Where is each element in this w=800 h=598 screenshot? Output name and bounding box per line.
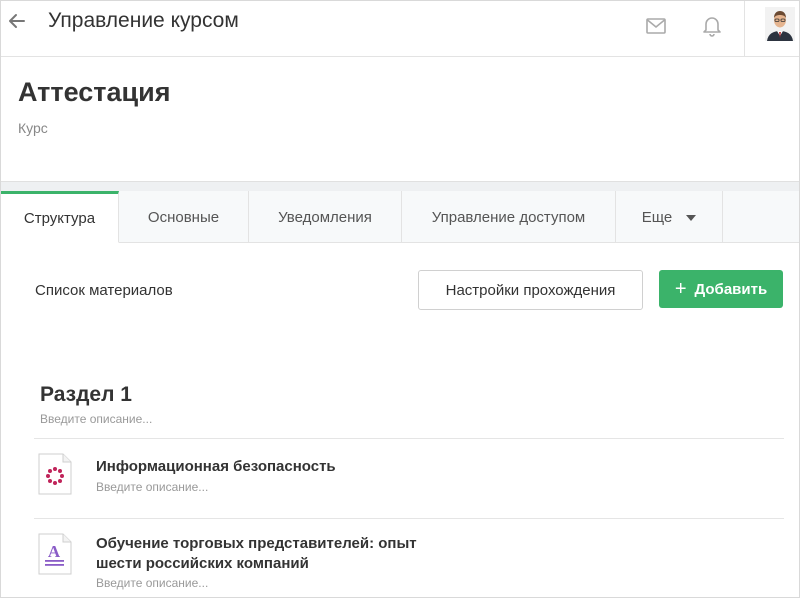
section-title[interactable]: Раздел 1 — [40, 383, 132, 407]
tab-general[interactable]: Основные — [119, 191, 249, 243]
app-window: Управление курсом Аттестация Курс Структ… — [0, 0, 800, 598]
page-header: Аттестация Курс — [1, 57, 799, 181]
notifications-button[interactable] — [701, 13, 723, 37]
bell-icon — [703, 17, 721, 37]
materials-list-label: Список материалов — [35, 282, 173, 299]
button-label: Добавить — [694, 280, 768, 298]
completion-settings-button[interactable]: Настройки прохождения — [418, 270, 643, 310]
app-title: Управление курсом — [48, 9, 239, 32]
tab-bar: Структура Основные Уведомления Управлени… — [1, 191, 799, 243]
material-title[interactable]: Обучение торговых представителей: опыт ш… — [96, 534, 417, 574]
divider — [34, 438, 784, 439]
add-button[interactable]: + Добавить — [659, 270, 783, 308]
course-title: Аттестация — [18, 77, 171, 107]
avatar[interactable] — [765, 7, 795, 41]
tab-access-management[interactable]: Управление доступом — [402, 191, 616, 243]
button-label: Настройки прохождения — [445, 281, 616, 299]
material-description-field[interactable]: Введите описание... — [96, 576, 208, 590]
material-title-line: Обучение торговых представителей: опыт — [96, 535, 417, 552]
tab-label: Управление доступом — [431, 208, 586, 226]
course-type: Курс — [18, 120, 48, 136]
top-bar: Управление курсом — [1, 1, 799, 57]
caret-down-icon — [686, 215, 697, 221]
presentation-icon[interactable] — [38, 453, 72, 495]
material-title-line: шести российских компаний — [96, 555, 309, 572]
section-description-field[interactable]: Введите описание... — [40, 412, 152, 426]
tab-label: Структура — [23, 209, 96, 227]
messages-button[interactable] — [645, 15, 667, 37]
back-button[interactable] — [5, 9, 29, 33]
divider — [34, 518, 784, 519]
tab-notifications[interactable]: Уведомления — [249, 191, 402, 243]
tab-label: Основные — [147, 208, 220, 226]
arrow-left-icon — [9, 14, 25, 28]
material-description-field[interactable]: Введите описание... — [96, 480, 208, 494]
tab-label: Еще — [641, 208, 673, 226]
user-menu — [744, 1, 799, 57]
text-document-icon[interactable]: A — [38, 533, 72, 575]
tab-structure[interactable]: Структура — [1, 191, 119, 243]
tab-more[interactable]: Еще — [616, 191, 723, 243]
material-title[interactable]: Информационная безопасность — [96, 457, 336, 477]
mail-icon — [646, 18, 666, 34]
svg-text:A: A — [48, 542, 61, 561]
plus-icon: + — [674, 278, 687, 300]
tab-label: Уведомления — [278, 208, 372, 226]
